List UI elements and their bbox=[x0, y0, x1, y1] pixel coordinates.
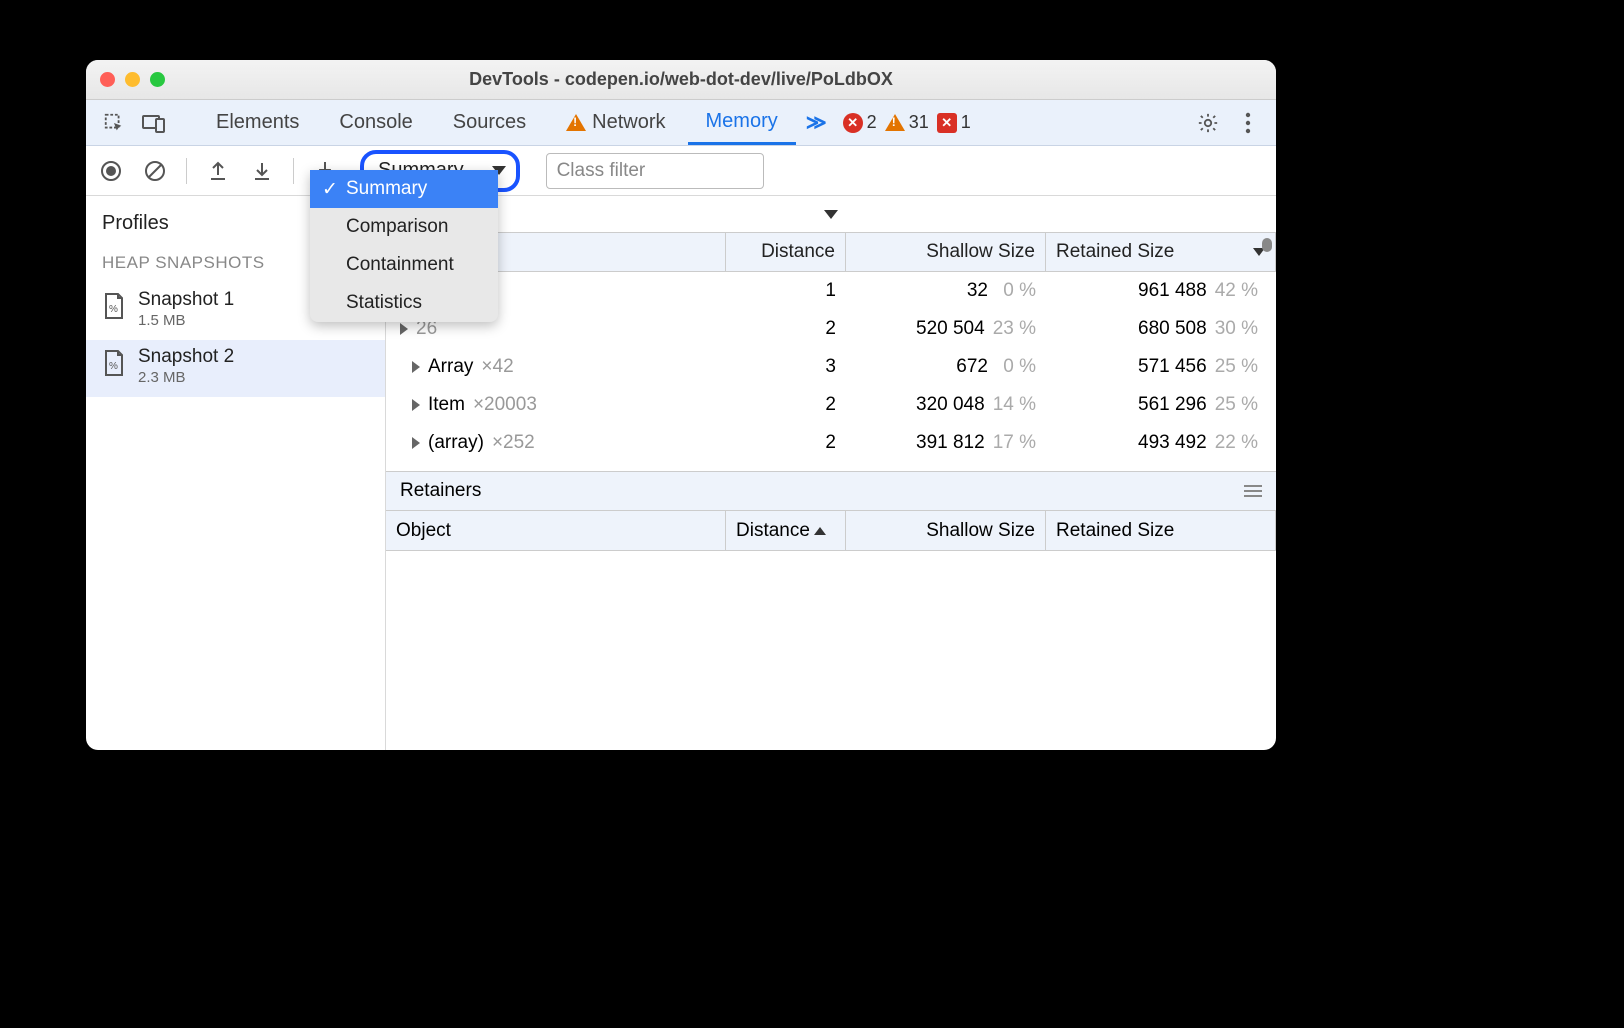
table-rows: ://cdpn.io1320 %961 48842 %262520 50423 … bbox=[386, 272, 1276, 471]
col-distance[interactable]: Distance bbox=[726, 511, 846, 550]
settings-icon[interactable] bbox=[1190, 105, 1226, 141]
retainers-empty bbox=[386, 551, 1276, 750]
cell-shallow: 6720 % bbox=[846, 356, 1046, 378]
record-icon[interactable] bbox=[98, 158, 124, 184]
download-icon[interactable] bbox=[249, 158, 275, 184]
dropdown-option-summary[interactable]: Summary bbox=[310, 170, 498, 208]
warning-icon bbox=[566, 114, 586, 131]
titlebar: DevTools - codepen.io/web-dot-dev/live/P… bbox=[86, 60, 1276, 100]
devtools-tabs: Elements Console Sources Network Memory … bbox=[86, 100, 1276, 146]
retainers-menu-icon[interactable] bbox=[1244, 485, 1262, 497]
error-icon: ✕ bbox=[843, 113, 863, 133]
view-dropdown-menu: Summary Comparison Containment Statistic… bbox=[310, 170, 498, 322]
expand-icon[interactable] bbox=[412, 399, 420, 411]
snapshot-icon: % bbox=[102, 349, 126, 383]
cell-distance: 2 bbox=[726, 394, 846, 416]
tab-network[interactable]: Network bbox=[548, 100, 683, 145]
scrollbar-thumb[interactable] bbox=[1262, 238, 1272, 252]
tab-sources[interactable]: Sources bbox=[435, 100, 544, 145]
device-toggle-icon[interactable] bbox=[136, 105, 172, 141]
svg-text:%: % bbox=[109, 304, 118, 315]
tab-console[interactable]: Console bbox=[321, 100, 430, 145]
snapshot-name: Snapshot 1 bbox=[138, 289, 234, 312]
inspect-icon[interactable] bbox=[96, 105, 132, 141]
col-shallow-size[interactable]: Shallow Size bbox=[846, 233, 1046, 271]
table-row[interactable]: Array ×42 36720 %571 45625 % bbox=[386, 348, 1276, 386]
instance-count: ×252 bbox=[492, 432, 535, 454]
main-panel: Distance Shallow Size Retained Size ://c… bbox=[386, 196, 1276, 750]
class-filter-input[interactable]: Class filter bbox=[546, 153, 764, 189]
dropdown-option-containment[interactable]: Containment bbox=[310, 246, 498, 284]
more-tabs-button[interactable]: ≫ bbox=[800, 110, 833, 135]
errors-badge[interactable]: ✕2 bbox=[843, 112, 877, 133]
cell-retained: 561 29625 % bbox=[1046, 394, 1276, 416]
cell-retained: 493 49222 % bbox=[1046, 432, 1276, 454]
cell-shallow: 320 04814 % bbox=[846, 394, 1046, 416]
tab-memory[interactable]: Memory bbox=[688, 100, 796, 145]
table-header: Distance Shallow Size Retained Size bbox=[386, 232, 1276, 272]
upload-icon[interactable] bbox=[205, 158, 231, 184]
expand-icon[interactable] bbox=[412, 437, 420, 449]
separator bbox=[186, 158, 187, 184]
minimize-window-button[interactable] bbox=[125, 72, 140, 87]
sort-asc-icon bbox=[814, 527, 826, 535]
devtools-window: DevTools - codepen.io/web-dot-dev/live/P… bbox=[86, 60, 1276, 750]
instance-count: ×20003 bbox=[473, 394, 537, 416]
separator bbox=[293, 158, 294, 184]
cell-shallow: 320 % bbox=[846, 280, 1046, 302]
table-row[interactable]: (array) ×252 2391 81217 %493 49222 % bbox=[386, 424, 1276, 462]
window-title: DevTools - codepen.io/web-dot-dev/live/P… bbox=[469, 69, 893, 90]
cell-retained: 680 50830 % bbox=[1046, 318, 1276, 340]
cell-distance: 2 bbox=[726, 318, 846, 340]
clear-icon[interactable] bbox=[142, 158, 168, 184]
snapshot-name: Snapshot 2 bbox=[138, 346, 234, 369]
snapshot-size: 1.5 MB bbox=[138, 312, 234, 330]
table-row[interactable]: 262520 50423 %680 50830 % bbox=[386, 310, 1276, 348]
table-row[interactable]: (compiled code)×73763333 96415 %393 2561… bbox=[386, 462, 1276, 471]
filter-dropdown[interactable] bbox=[386, 196, 1276, 232]
breakpoints-badge[interactable]: ✕1 bbox=[937, 112, 971, 133]
cell-retained: 571 45625 % bbox=[1046, 356, 1276, 378]
snapshot-size: 2.3 MB bbox=[138, 369, 234, 387]
col-retained-size[interactable]: Retained Size bbox=[1046, 233, 1276, 271]
instance-count: ×42 bbox=[481, 356, 513, 378]
breakpoint-icon: ✕ bbox=[937, 113, 957, 133]
cell-shallow: 520 50423 % bbox=[846, 318, 1046, 340]
snapshot-item-2[interactable]: % Snapshot 2 2.3 MB bbox=[86, 340, 385, 397]
expand-icon[interactable] bbox=[400, 323, 408, 335]
cell-shallow: 391 81217 % bbox=[846, 432, 1046, 454]
snapshot-icon: % bbox=[102, 292, 126, 326]
col-shallow-size[interactable]: Shallow Size bbox=[846, 511, 1046, 550]
cell-retained: 961 48842 % bbox=[1046, 280, 1276, 302]
warning-icon bbox=[885, 114, 905, 131]
constructor-name: Array bbox=[428, 356, 473, 378]
svg-text:%: % bbox=[109, 361, 118, 372]
constructor-name: Item bbox=[428, 394, 465, 416]
dropdown-option-comparison[interactable]: Comparison bbox=[310, 208, 498, 246]
constructor-name: (array) bbox=[428, 432, 484, 454]
retainers-table-header: Object Distance Shallow Size Retained Si… bbox=[386, 511, 1276, 551]
table-row[interactable]: ://cdpn.io1320 %961 48842 % bbox=[386, 272, 1276, 310]
cell-distance: 2 bbox=[726, 432, 846, 454]
cell-distance: 1 bbox=[726, 280, 846, 302]
warnings-badge[interactable]: 31 bbox=[885, 112, 929, 133]
expand-icon[interactable] bbox=[412, 361, 420, 373]
window-controls bbox=[100, 72, 165, 87]
cell-distance: 3 bbox=[726, 356, 846, 378]
chevron-down-icon bbox=[824, 210, 838, 219]
status-badges: ✕2 31 ✕1 bbox=[843, 112, 971, 133]
memory-toolbar: Summary Class filter bbox=[86, 146, 1276, 196]
col-distance[interactable]: Distance bbox=[726, 233, 846, 271]
maximize-window-button[interactable] bbox=[150, 72, 165, 87]
dropdown-option-statistics[interactable]: Statistics bbox=[310, 284, 498, 322]
kebab-menu-icon[interactable] bbox=[1230, 105, 1266, 141]
col-object[interactable]: Object bbox=[386, 511, 726, 550]
retainers-header: Retainers bbox=[386, 471, 1276, 511]
col-retained-size[interactable]: Retained Size bbox=[1046, 511, 1276, 550]
retainers-title: Retainers bbox=[400, 480, 481, 502]
table-row[interactable]: Item ×20003 2320 04814 %561 29625 % bbox=[386, 386, 1276, 424]
close-window-button[interactable] bbox=[100, 72, 115, 87]
tab-elements[interactable]: Elements bbox=[198, 100, 317, 145]
